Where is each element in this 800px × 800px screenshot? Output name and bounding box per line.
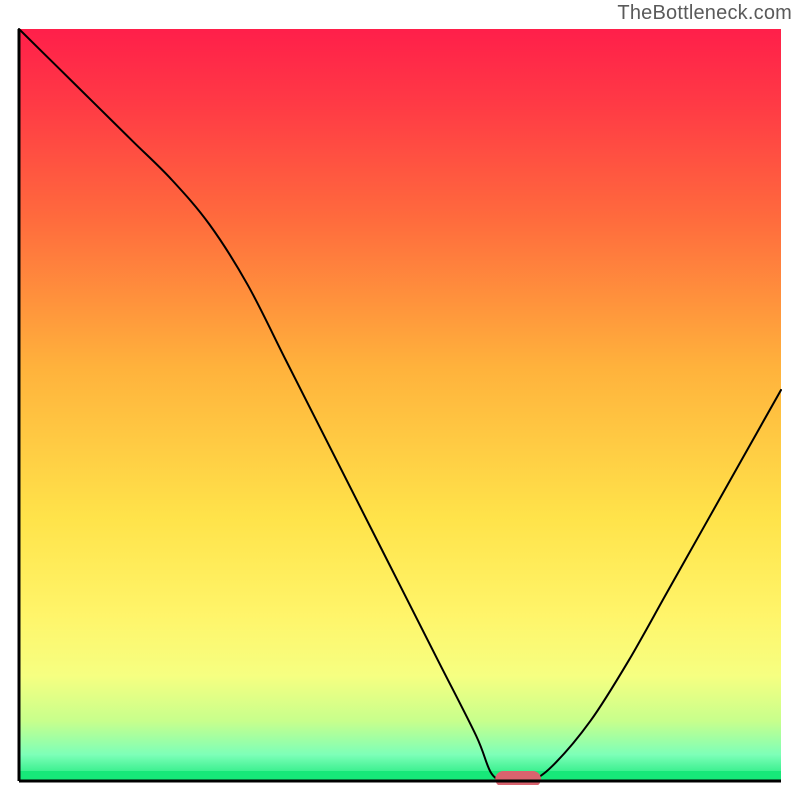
chart-svg xyxy=(15,25,785,785)
bottleneck-chart xyxy=(15,25,785,785)
chart-container: TheBottleneck.com xyxy=(0,0,800,800)
watermark-text: TheBottleneck.com xyxy=(617,2,792,25)
optimal-marker xyxy=(495,771,541,785)
